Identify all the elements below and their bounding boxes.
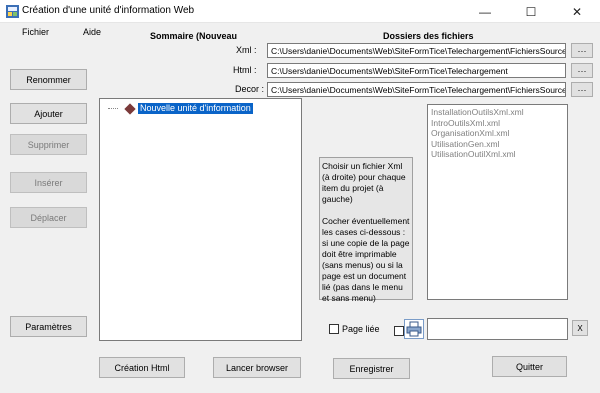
html-browse-button[interactable]: ···: [571, 63, 593, 78]
window-title: Création d'une unité d'information Web: [22, 5, 195, 16]
move-button[interactable]: Déplacer: [10, 207, 87, 228]
node-diamond-icon: [124, 102, 136, 115]
printer-icon[interactable]: [404, 319, 424, 339]
xml-path-field[interactable]: C:\Users\danie\Documents\Web\SiteFormTic…: [267, 43, 566, 58]
insert-button[interactable]: Insérer: [10, 172, 87, 193]
launch-browser-button[interactable]: Lancer browser: [213, 357, 301, 378]
create-html-button[interactable]: Création Html: [99, 357, 185, 378]
close-button[interactable]: ✕: [554, 0, 600, 23]
list-item[interactable]: UtilisationOutilXml.xml: [428, 149, 567, 160]
list-item[interactable]: UtilisationGen.xml: [428, 139, 567, 150]
list-item[interactable]: OrganisationXml.xml: [428, 128, 567, 139]
summary-header: Sommaire (Nouveau: [150, 31, 238, 41]
decor-browse-button[interactable]: ···: [571, 82, 593, 97]
rename-button[interactable]: Renommer: [10, 69, 87, 90]
help-paragraph-2: Cocher éventuellement les cases ci-desso…: [322, 216, 410, 303]
save-button[interactable]: Enregistrer: [333, 358, 410, 379]
list-item[interactable]: InstallationOutilsXml.xml: [428, 107, 567, 118]
clear-button[interactable]: X: [572, 320, 588, 336]
menu-fichier[interactable]: Fichier: [22, 27, 49, 37]
tree-connector: [108, 108, 118, 109]
folders-header: Dossiers des fichiers: [383, 31, 474, 41]
xml-label: Xml :: [236, 45, 257, 55]
menu-aide[interactable]: Aide: [83, 27, 101, 37]
tree-node-label[interactable]: Nouvelle unité d'information: [138, 103, 253, 114]
maximize-button[interactable]: ☐: [508, 0, 554, 23]
decor-path-field[interactable]: C:\Users\danie\Documents\Web\SiteFormTic…: [267, 82, 566, 97]
add-button[interactable]: Ajouter: [10, 103, 87, 124]
settings-button[interactable]: Paramètres: [10, 316, 87, 337]
decor-label: Decor :: [235, 84, 265, 94]
tree-node-root[interactable]: Nouvelle unité d'information: [108, 102, 253, 115]
printable-checkbox[interactable]: [394, 326, 404, 336]
list-item[interactable]: IntroOutilsXml.xml: [428, 118, 567, 129]
linked-page-label: Page liée: [342, 324, 380, 334]
linked-page-checkbox[interactable]: [329, 324, 339, 334]
minimize-button[interactable]: —: [462, 0, 508, 23]
html-label: Html :: [233, 65, 257, 75]
page-name-input[interactable]: [427, 318, 568, 340]
xml-file-list[interactable]: InstallationOutilsXml.xml IntroOutilsXml…: [427, 104, 568, 300]
xml-browse-button[interactable]: ···: [571, 43, 593, 58]
title-bar: Création d'une unité d'information Web —…: [0, 0, 600, 23]
summary-tree[interactable]: Nouvelle unité d'information: [99, 98, 302, 341]
delete-button[interactable]: Supprimer: [10, 134, 87, 155]
html-path-field[interactable]: C:\Users\danie\Documents\Web\SiteFormTic…: [267, 63, 566, 78]
app-icon: [6, 5, 19, 18]
help-paragraph-1: Choisir un fichier Xml (à droite) pour c…: [322, 161, 406, 204]
quit-button[interactable]: Quitter: [492, 356, 567, 377]
help-text-box: Choisir un fichier Xml (à droite) pour c…: [319, 157, 413, 303]
